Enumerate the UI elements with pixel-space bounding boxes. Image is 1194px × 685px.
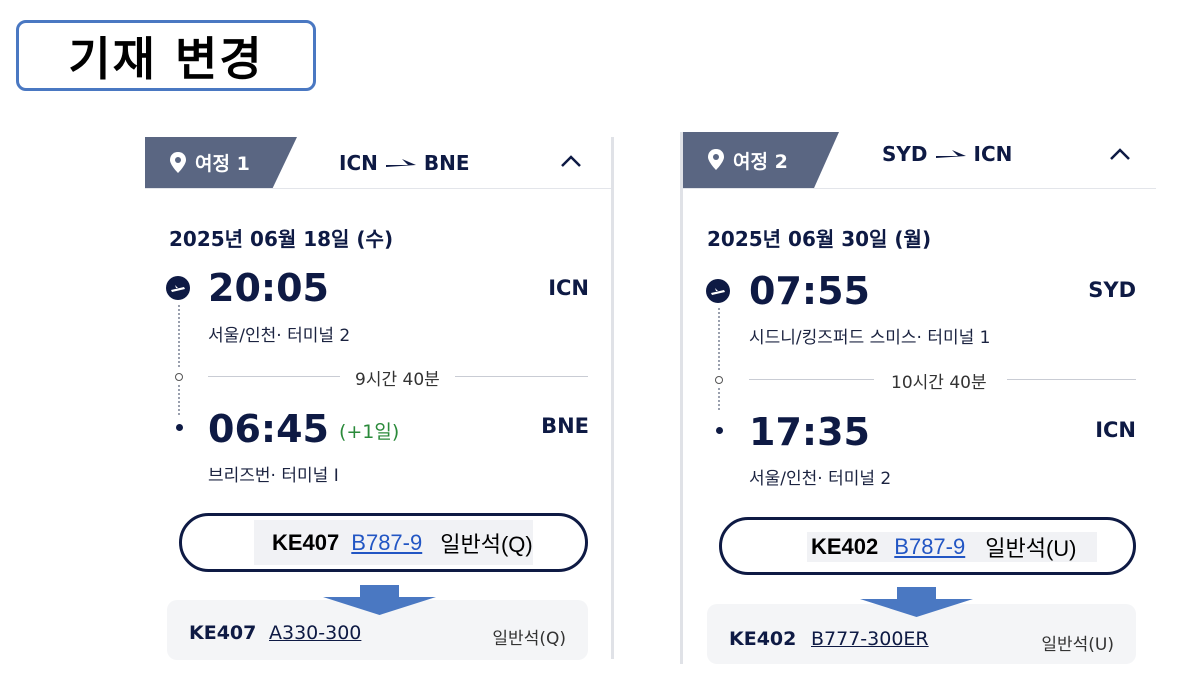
plane-arrow-icon (385, 158, 416, 167)
stop-marker (715, 376, 723, 384)
page-title: 기재 변경 (16, 20, 316, 91)
departure-icon (706, 279, 730, 303)
old-cabin-class: 일반석(Q) (440, 531, 533, 557)
route-summary: SYD ICN (882, 132, 1012, 176)
chevron-up-icon[interactable] (558, 149, 584, 175)
down-arrow-icon (323, 585, 436, 615)
next-day-badge: (+1일) (338, 421, 400, 443)
arrival-marker (176, 424, 183, 431)
departure-icon (166, 276, 190, 300)
itinerary-tab-2: 여정 2 (683, 132, 839, 188)
flight-date: 2025년 06월 30일 (월) (707, 227, 932, 251)
old-cabin-class: 일반석(U) (985, 536, 1077, 561)
route-from: ICN (339, 150, 378, 175)
departure-code: SYD (1088, 278, 1136, 302)
itinerary-tab-label: 여정 2 (733, 150, 788, 173)
arrival-terminal: 서울/인천· 터미널 2 (749, 469, 892, 489)
arrival-code: BNE (541, 414, 589, 438)
down-arrow-icon (860, 587, 973, 617)
stop-marker (175, 373, 183, 381)
arrival-marker (716, 427, 723, 434)
location-pin-icon (708, 149, 724, 170)
old-equipment-info: KE402 B787-9 일반석(U) (807, 532, 1097, 562)
route-from: SYD (882, 142, 928, 166)
old-flight-number: KE407 (272, 529, 340, 555)
itinerary-panel-1: 여정 1 ICN BNE 2025년 06월 18일 (수) 20:05 ICN… (145, 137, 611, 660)
flight-date: 2025년 06월 18일 (수) (169, 227, 394, 251)
old-aircraft-link[interactable]: B787-9 (351, 530, 422, 556)
new-flight-number: KE407 (189, 622, 257, 644)
itinerary-tab-label: 여정 1 (195, 153, 250, 175)
new-cabin-class: 일반석(Q) (492, 629, 566, 649)
new-aircraft-link[interactable]: A330-300 (269, 622, 361, 644)
new-cabin-class: 일반석(U) (1041, 635, 1114, 655)
plane-arrow-icon (935, 150, 966, 158)
route-to: BNE (423, 150, 470, 175)
departure-terminal: 서울/인천· 터미널 2 (208, 326, 351, 346)
itinerary-tab-1: 여정 1 (145, 137, 297, 188)
departure-terminal: 시드니/킹즈퍼드 스미스· 터미널 1 (749, 328, 991, 348)
route-summary: ICN BNE (339, 137, 470, 188)
old-aircraft-link[interactable]: B787-9 (894, 534, 965, 560)
arrival-terminal: 브리즈번· 터미널 I (208, 466, 339, 486)
old-flight-number: KE402 (811, 534, 879, 559)
arrival-time: 06:45 (+1일) (208, 407, 400, 451)
route-to: ICN (973, 142, 1013, 166)
arrival-code: ICN (1095, 418, 1136, 442)
flight-duration: 10시간 40분 (891, 373, 987, 393)
chevron-up-icon[interactable] (1107, 142, 1133, 168)
location-pin-icon (170, 151, 186, 173)
itinerary-panel-2: 여정 2 SYD ICN 2025년 06월 30일 (월) 07:55 SYD… (683, 132, 1156, 664)
departure-time: 07:55 (749, 269, 870, 313)
departure-time: 20:05 (208, 266, 329, 310)
panel-divider (611, 137, 614, 659)
departure-code: ICN (548, 276, 589, 300)
old-equipment-info: KE407 B787-9 일반석(Q) (254, 520, 533, 565)
flight-duration: 9시간 40분 (355, 370, 440, 390)
new-flight-number: KE402 (729, 628, 797, 650)
new-aircraft-link[interactable]: B777-300ER (811, 628, 929, 650)
arrival-time: 17:35 (749, 410, 870, 454)
